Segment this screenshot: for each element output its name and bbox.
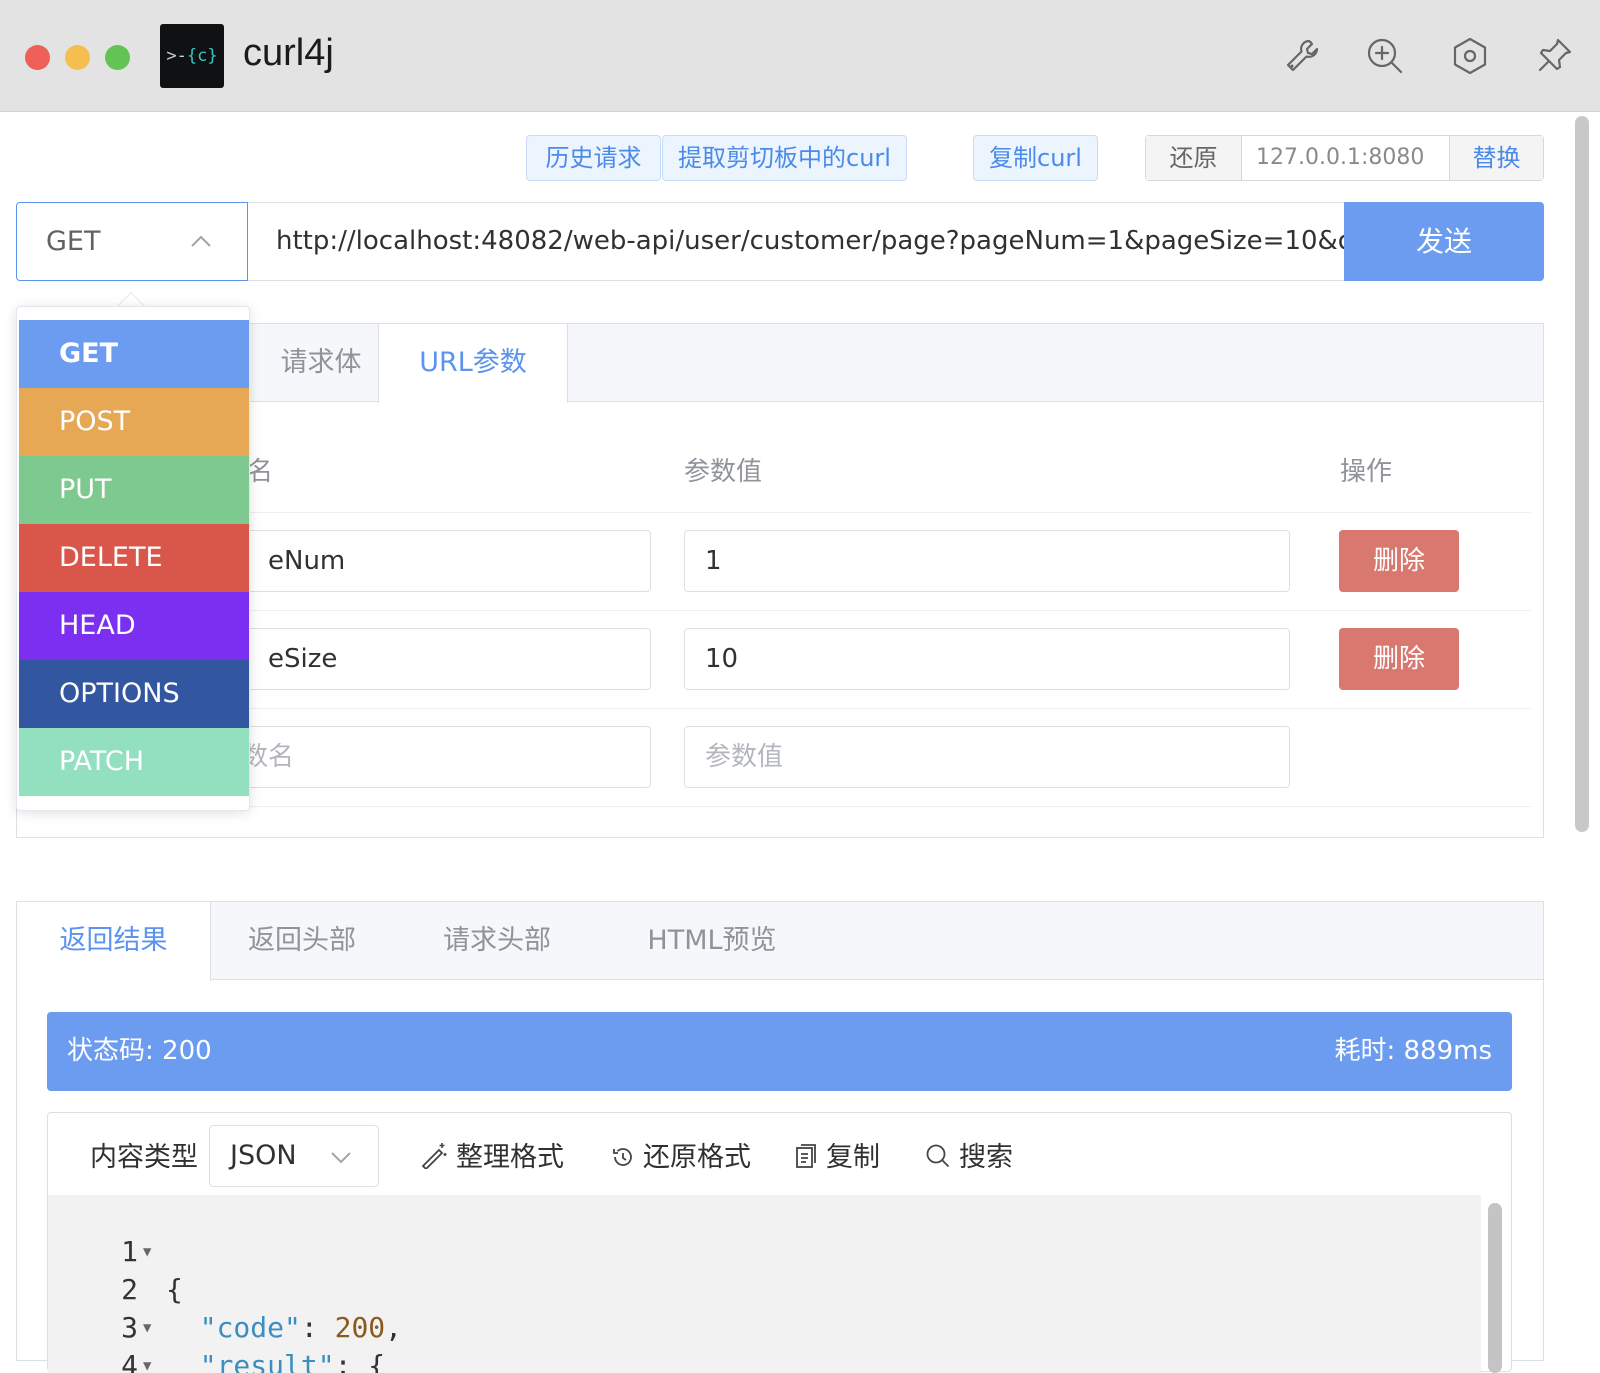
code-line: 1 ▼ { [121,1235,183,1306]
send-button[interactable]: 发送 [1344,202,1544,281]
code-line: 3 ▼ "result": { [121,1311,386,1373]
code-line: 2 "code": 200, [121,1273,403,1344]
host-input[interactable]: 127.0.0.1:8080 [1242,136,1449,180]
status-code: 状态码: 200 [67,1036,212,1066]
zoom-in-icon[interactable] [1365,36,1405,76]
wrench-icon[interactable] [1282,36,1322,76]
row-divider [47,610,1531,611]
minimize-window-button[interactable] [65,45,90,70]
restore-format-button[interactable]: 还原格式 [611,1135,751,1174]
search-response-button[interactable]: 搜索 [925,1135,1013,1174]
app-title: curl4j [243,32,334,74]
chevron-down-icon [331,1152,351,1164]
response-panel: 返回结果 返回头部 请求头部 HTML预览 状态码: 200 耗时: 889ms… [16,901,1544,1373]
param-value-input[interactable]: 1 [684,530,1290,592]
method-select[interactable]: GET [16,202,248,281]
search-icon [926,1144,950,1168]
copy-response-button[interactable]: 复制 [794,1135,880,1174]
history-button[interactable]: 历史请求 [526,135,661,181]
maximize-window-button[interactable] [105,45,130,70]
chevron-up-icon [191,235,211,247]
code-line: 4▼ "list": [ [48,1309,1481,1373]
content-type-select[interactable]: JSON [209,1125,379,1187]
row-divider [47,708,1531,709]
settings-icon[interactable] [1450,36,1490,76]
search-label: 搜索 [959,1142,1013,1173]
host-replace-group: 还原 127.0.0.1:8080 替换 [1145,135,1544,181]
tab-request-body[interactable]: 请求体 [247,324,395,402]
status-bar: 状态码: 200 耗时: 889ms [47,1012,1512,1091]
method-option-options[interactable]: OPTIONS [19,660,249,728]
url-input[interactable]: http://localhost:48082/web-api/user/cust… [248,202,1344,281]
window-scrollbar[interactable] [1575,116,1589,832]
method-select-value: GET [46,226,101,257]
method-option-post[interactable]: POST [19,388,249,456]
format-label: 整理格式 [456,1142,564,1173]
restore-format-label: 还原格式 [643,1142,751,1173]
new-param-value-input[interactable]: 参数值 [684,726,1290,788]
delete-param-button[interactable]: 删除 [1339,530,1459,592]
tab-request-headers[interactable]: 请求头部 [422,902,572,980]
magic-wand-icon [421,1143,447,1171]
response-body: 内容类型 JSON 整理格式 还原格式 复制 搜索 1 ▼ {2 "code"… [47,1112,1512,1373]
restore-host-button[interactable]: 还原 [1146,136,1242,180]
method-option-delete[interactable]: DELETE [19,524,249,592]
app-logo: >-{c} [160,24,224,88]
copy-icon [796,1144,816,1168]
row-divider [47,512,1531,513]
method-option-put[interactable]: PUT [19,456,249,524]
history-icon [613,1148,632,1166]
row-divider [47,806,1531,807]
format-button[interactable]: 整理格式 [420,1135,564,1174]
title-bar: >-{c} curl4j [0,0,1600,112]
param-name-header: 名 [247,457,274,487]
pin-icon[interactable] [1534,36,1574,76]
content-type-value: JSON [230,1140,297,1171]
param-action-header: 操作 [1340,457,1393,487]
param-value-input[interactable]: 10 [684,628,1290,690]
tab-response-result[interactable]: 返回结果 [17,902,211,981]
editor-scrollbar[interactable] [1488,1203,1502,1373]
method-option-get[interactable]: GET [19,320,249,388]
content-type-label: 内容类型 [90,1142,198,1173]
extract-clipboard-curl-button[interactable]: 提取剪切板中的curl [662,135,907,181]
param-value-header: 参数值 [684,457,763,487]
copy-label: 复制 [826,1142,880,1173]
tab-html-preview[interactable]: HTML预览 [627,902,797,980]
method-dropdown: GET POST PUT DELETE HEAD OPTIONS PATCH [16,306,250,811]
close-window-button[interactable] [25,45,50,70]
response-tabbar: 返回结果 返回头部 请求头部 HTML预览 [17,902,1543,981]
copy-curl-button[interactable]: 复制curl [973,135,1098,181]
method-option-patch[interactable]: PATCH [19,728,249,796]
method-option-head[interactable]: HEAD [19,592,249,660]
replace-host-button[interactable]: 替换 [1449,136,1543,180]
tab-response-headers[interactable]: 返回头部 [227,902,377,980]
delete-param-button[interactable]: 删除 [1339,628,1459,690]
fold-arrow-icon: ▼ [143,1358,152,1373]
code-editor[interactable]: 1▼ { 2 "code": 200, 3▼ "result": { 4▼ "l… [48,1195,1481,1373]
response-time: 耗时: 889ms [1334,1036,1492,1066]
tab-url-params[interactable]: URL参数 [378,324,568,403]
